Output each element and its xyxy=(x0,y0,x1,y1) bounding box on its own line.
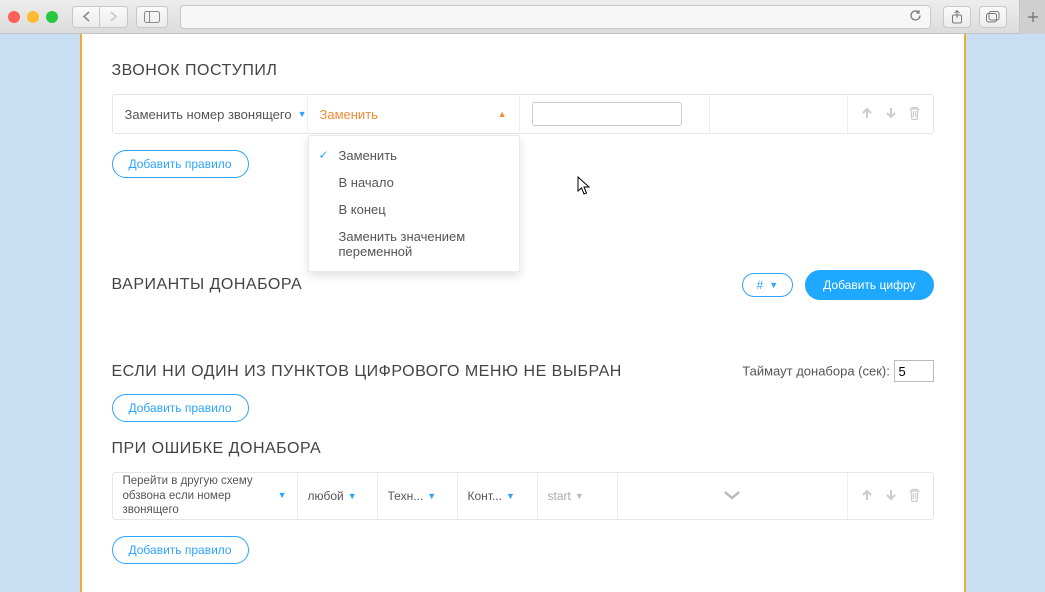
tabs-button[interactable] xyxy=(979,6,1007,28)
content-card: ЗВОНОК ПОСТУПИЛ Заменить номер звонящего… xyxy=(80,34,966,592)
new-tab-button[interactable] xyxy=(1019,0,1045,34)
add-rule-button[interactable]: Добавить правило xyxy=(112,536,249,564)
page-viewport: ЗВОНОК ПОСТУПИЛ Заменить номер звонящего… xyxy=(0,34,1045,592)
reload-icon[interactable] xyxy=(909,9,922,25)
error-col5-label: start xyxy=(548,489,571,503)
chevron-down-icon: ▼ xyxy=(427,491,436,501)
add-digit-button[interactable]: Добавить цифру xyxy=(805,270,933,300)
error-match-label: любой xyxy=(308,489,344,503)
error-col3-select[interactable]: Техн... ▼ xyxy=(378,473,458,519)
error-col5-select[interactable]: start ▼ xyxy=(538,473,618,519)
section-variants-title: ВАРИАНТЫ ДОНАБОРА xyxy=(112,276,303,294)
error-actions xyxy=(847,473,933,519)
chevron-down-icon: ▼ xyxy=(278,490,287,501)
dropdown-option[interactable]: В начало xyxy=(309,169,519,196)
timeout-label: Таймаут донабора (сек): xyxy=(742,364,890,379)
move-down-icon[interactable] xyxy=(884,106,898,123)
dropdown-option[interactable]: Заменить xyxy=(309,142,519,169)
close-window-icon[interactable] xyxy=(8,11,20,23)
rule-mode-label: Заменить xyxy=(320,107,378,122)
hash-selector[interactable]: # ▼ xyxy=(742,273,794,297)
rule-mode-dropdown: Заменить В начало В конец Заменить значе… xyxy=(308,135,520,272)
window-controls xyxy=(8,11,58,23)
rule-mode-select[interactable]: Заменить ▲ xyxy=(308,95,520,133)
minimize-window-icon[interactable] xyxy=(27,11,39,23)
error-col3-label: Техн... xyxy=(388,489,424,503)
browser-toolbar xyxy=(0,0,1045,34)
maximize-window-icon[interactable] xyxy=(46,11,58,23)
rule-value-cell xyxy=(520,95,710,133)
chevron-down-icon: ▼ xyxy=(769,280,778,290)
delete-icon[interactable] xyxy=(908,106,921,123)
chevron-down-icon: ▼ xyxy=(348,491,357,501)
chevron-down-icon: ▼ xyxy=(506,491,515,501)
forward-button[interactable] xyxy=(100,6,128,28)
share-button[interactable] xyxy=(943,6,971,28)
delete-icon[interactable] xyxy=(908,488,921,505)
rule-action-label: Заменить номер звонящего xyxy=(125,107,292,122)
error-match-select[interactable]: любой ▼ xyxy=(298,473,378,519)
error-expand[interactable] xyxy=(618,473,847,519)
rule-row: Заменить номер звонящего ▼ Заменить ▲ xyxy=(112,94,934,134)
hash-label: # xyxy=(757,278,764,292)
address-bar[interactable] xyxy=(180,5,931,29)
error-col4-select[interactable]: Конт... ▼ xyxy=(458,473,538,519)
dropdown-option[interactable]: В конец xyxy=(309,196,519,223)
chevron-up-icon: ▲ xyxy=(498,109,507,119)
dropdown-option[interactable]: Заменить значением переменной xyxy=(309,223,519,265)
add-rule-button[interactable]: Добавить правило xyxy=(112,150,249,178)
rule-value-input[interactable] xyxy=(532,102,682,126)
move-down-icon[interactable] xyxy=(884,488,898,505)
error-rule-row: Перейти в другую схему обзвона если номе… xyxy=(112,472,934,520)
section-no-option-title: ЕСЛИ НИ ОДИН ИЗ ПУНКТОВ ЦИФРОВОГО МЕНЮ Н… xyxy=(112,363,622,381)
error-scheme-select[interactable]: Перейти в другую схему обзвона если номе… xyxy=(113,473,298,519)
section-incoming-title: ЗВОНОК ПОСТУПИЛ xyxy=(112,62,934,80)
move-up-icon[interactable] xyxy=(860,106,874,123)
chevron-down-icon: ▼ xyxy=(298,109,307,119)
section-on-error-title: ПРИ ОШИБКЕ ДОНАБОРА xyxy=(112,440,934,458)
error-scheme-label: Перейти в другую схему обзвона если номе… xyxy=(123,474,274,517)
no-option-header: ЕСЛИ НИ ОДИН ИЗ ПУНКТОВ ЦИФРОВОГО МЕНЮ Н… xyxy=(112,360,934,382)
add-rule-button[interactable]: Добавить правило xyxy=(112,394,249,422)
rule-spacer xyxy=(710,95,847,133)
variants-header: ВАРИАНТЫ ДОНАБОРА # ▼ Добавить цифру xyxy=(112,270,934,300)
error-col4-label: Конт... xyxy=(468,489,502,503)
move-up-icon[interactable] xyxy=(860,488,874,505)
sidebar-toggle-button[interactable] xyxy=(136,6,168,28)
chevron-down-icon: ▼ xyxy=(575,491,584,501)
timeout-input[interactable] xyxy=(894,360,934,382)
back-button[interactable] xyxy=(72,6,100,28)
rule-actions xyxy=(847,95,933,133)
chevron-down-icon xyxy=(723,488,741,504)
rule-action-select[interactable]: Заменить номер звонящего ▼ xyxy=(113,95,308,133)
